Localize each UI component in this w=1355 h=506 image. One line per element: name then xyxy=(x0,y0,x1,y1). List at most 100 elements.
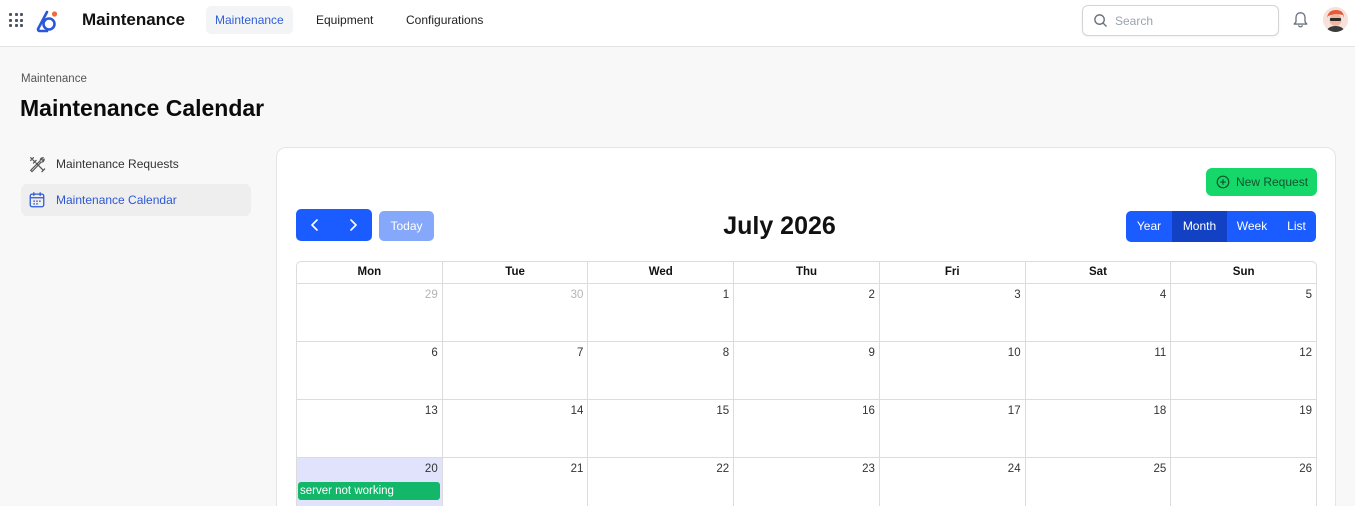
day-number: 21 xyxy=(570,463,584,475)
calendar-day[interactable]: 5 xyxy=(1171,284,1316,341)
tools-icon xyxy=(30,157,46,173)
calendar-day[interactable]: 23 xyxy=(734,458,880,506)
day-number: 1 xyxy=(722,289,730,301)
day-number: 26 xyxy=(1299,463,1313,475)
calendar-day[interactable]: 24 xyxy=(880,458,1026,506)
notification-bell-icon[interactable] xyxy=(1292,11,1309,29)
day-number: 17 xyxy=(1007,405,1021,417)
calendar-card: New Request Today July 2026 Year Month W… xyxy=(276,147,1336,506)
day-number: 15 xyxy=(716,405,730,417)
next-month-button[interactable] xyxy=(334,209,372,241)
calendar-day[interactable]: 21 xyxy=(443,458,589,506)
calendar-day[interactable]: 1 xyxy=(588,284,735,341)
day-number: 3 xyxy=(1014,289,1021,301)
view-year-button[interactable]: Year xyxy=(1126,211,1172,242)
calendar-title: July 2026 xyxy=(723,212,836,240)
weekday-label: Wed xyxy=(588,262,735,283)
calendar-day[interactable]: 6 xyxy=(297,342,443,399)
day-number: 25 xyxy=(1153,463,1167,475)
day-number: 8 xyxy=(722,347,730,359)
day-number: 11 xyxy=(1154,347,1167,359)
breadcrumb[interactable]: Maintenance xyxy=(21,73,87,85)
sidebar-item-maintenance-calendar[interactable]: Maintenance Calendar xyxy=(21,184,251,216)
view-toggle: Year Month Week List xyxy=(1126,211,1316,242)
app-grid-icon[interactable] xyxy=(9,13,23,27)
day-number: 20 xyxy=(424,463,438,475)
calendar-week: 29 30 1 2 3 4 5 xyxy=(297,284,1316,342)
calendar-day[interactable]: 14 xyxy=(443,400,589,457)
user-avatar[interactable] xyxy=(1323,7,1348,32)
app-title: Maintenance xyxy=(82,10,185,29)
calendar-day[interactable]: 9 xyxy=(734,342,880,399)
day-number: 24 xyxy=(1007,463,1021,475)
chevron-right-icon xyxy=(350,219,357,231)
calendar-event[interactable]: server not working xyxy=(298,482,440,500)
calendar-day[interactable]: 10 xyxy=(880,342,1026,399)
sidebar-item-maintenance-requests[interactable]: Maintenance Requests xyxy=(21,148,251,180)
day-number: 2 xyxy=(868,289,875,301)
calendar-day[interactable]: 11 xyxy=(1026,342,1172,399)
day-number: 13 xyxy=(424,405,438,417)
calendar-grid: Mon Tue Wed Thu Fri Sat Sun 29 30 1 2 3 … xyxy=(296,261,1317,506)
day-number: 4 xyxy=(1159,289,1167,301)
search-icon xyxy=(1094,14,1107,27)
day-number: 16 xyxy=(862,405,875,417)
day-number: 22 xyxy=(716,463,730,475)
day-number: 12 xyxy=(1299,347,1313,359)
calendar-day[interactable]: 13 xyxy=(297,400,443,457)
calendar-week: 20 server not working 21 22 23 24 25 26 xyxy=(297,458,1316,506)
calendar-day[interactable]: 22 xyxy=(588,458,735,506)
calendar-day[interactable]: 16 xyxy=(734,400,880,457)
sidebar-item-label: Maintenance Requests xyxy=(56,157,179,171)
day-number: 6 xyxy=(431,347,438,359)
tab-maintenance[interactable]: Maintenance xyxy=(206,6,293,34)
app-logo-icon xyxy=(36,10,58,33)
calendar-week: 6 7 8 9 10 11 12 xyxy=(297,342,1316,400)
day-number: 30 xyxy=(570,289,584,301)
tab-equipment[interactable]: Equipment xyxy=(307,6,382,34)
view-list-button[interactable]: List xyxy=(1277,211,1316,242)
day-number: 29 xyxy=(424,289,438,301)
calendar-icon xyxy=(29,192,45,208)
calendar-day[interactable]: 18 xyxy=(1026,400,1172,457)
calendar-day[interactable]: 8 xyxy=(588,342,735,399)
view-week-button[interactable]: Week xyxy=(1227,211,1277,242)
search-box xyxy=(1082,5,1279,36)
calendar-day[interactable]: 4 xyxy=(1026,284,1172,341)
weekday-label: Fri xyxy=(880,262,1026,283)
calendar-day[interactable]: 19 xyxy=(1171,400,1316,457)
calendar-day[interactable]: 17 xyxy=(880,400,1026,457)
weekday-label: Thu xyxy=(734,262,880,283)
calendar-day-today[interactable]: 20 server not working xyxy=(297,458,443,506)
month-navigation xyxy=(296,209,372,241)
day-number: 18 xyxy=(1153,405,1167,417)
day-number: 19 xyxy=(1299,405,1313,417)
calendar-day[interactable]: 26 xyxy=(1171,458,1316,506)
top-bar: Maintenance Maintenance Equipment Config… xyxy=(0,0,1355,47)
new-request-button[interactable]: New Request xyxy=(1206,168,1317,196)
sidebar-item-label: Maintenance Calendar xyxy=(56,193,177,207)
calendar-day[interactable]: 29 xyxy=(297,284,443,341)
prev-month-button[interactable] xyxy=(296,209,334,241)
weekday-label: Sun xyxy=(1232,266,1255,278)
search-input[interactable] xyxy=(1115,12,1265,30)
tab-configurations[interactable]: Configurations xyxy=(397,6,492,34)
calendar-day[interactable]: 7 xyxy=(443,342,589,399)
plus-circle-icon xyxy=(1216,175,1230,189)
calendar-day[interactable]: 30 xyxy=(443,284,589,341)
calendar-day[interactable]: 25 xyxy=(1026,458,1172,506)
calendar-day[interactable]: 12 xyxy=(1171,342,1316,399)
view-month-button[interactable]: Month xyxy=(1172,211,1227,242)
day-number: 23 xyxy=(862,463,875,475)
calendar-day[interactable]: 15 xyxy=(588,400,735,457)
new-request-label: New Request xyxy=(1236,175,1309,189)
today-button[interactable]: Today xyxy=(379,211,434,241)
weekday-label: Mon xyxy=(297,262,443,283)
day-number: 5 xyxy=(1305,289,1313,301)
weekday-label: Tue xyxy=(443,262,589,283)
calendar-day[interactable]: 2 xyxy=(734,284,880,341)
day-number: 14 xyxy=(570,405,584,417)
page-title: Maintenance Calendar xyxy=(20,95,265,121)
day-number: 9 xyxy=(868,347,875,359)
calendar-day[interactable]: 3 xyxy=(880,284,1026,341)
